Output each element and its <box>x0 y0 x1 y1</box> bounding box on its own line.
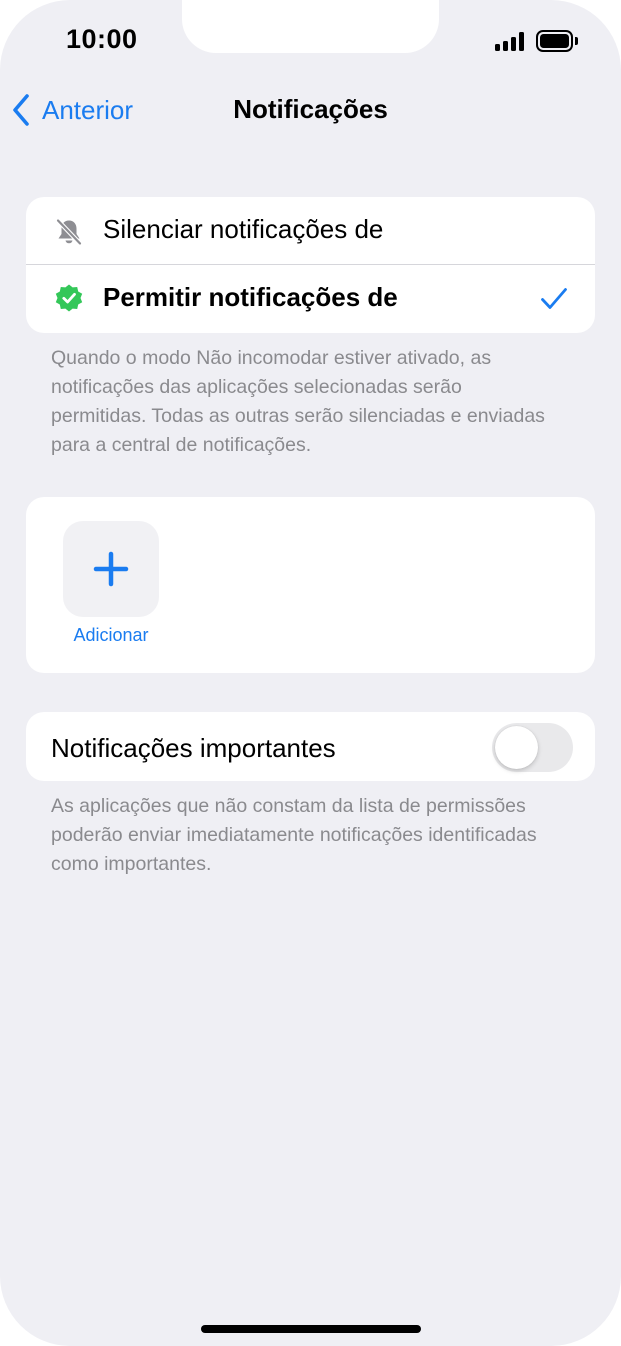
allowed-apps-card: Adicionar <box>26 497 595 673</box>
phone-screen: 10:00 Anterior Notificações Silenciar no… <box>0 0 621 1346</box>
important-notifications-toggle[interactable] <box>492 723 573 772</box>
battery-cap <box>575 37 578 45</box>
add-app-button[interactable] <box>63 521 159 617</box>
important-notifications-footnote: As aplicações que não constam da lista d… <box>51 795 537 875</box>
camera-notch <box>182 0 439 53</box>
add-app-label[interactable]: Adicionar <box>46 625 176 646</box>
home-indicator[interactable] <box>201 1325 421 1333</box>
verified-badge-icon <box>55 284 83 312</box>
allow-notifications-option[interactable]: Permitir notificações de <box>26 265 595 333</box>
plus-icon <box>93 551 129 587</box>
notification-mode-card: Silenciar notificações de Permitir notif… <box>26 197 595 333</box>
silence-notifications-option[interactable]: Silenciar notificações de <box>26 197 595 264</box>
silence-notifications-label: Silenciar notificações de <box>103 214 384 244</box>
bell-slash-icon <box>55 218 83 246</box>
notification-mode-footnote: Quando o modo Não incomodar estiver ativ… <box>51 347 545 456</box>
toggle-knob <box>495 726 538 769</box>
status-time: 10:00 <box>66 24 138 54</box>
checkmark-icon <box>541 288 567 309</box>
cellular-signal-icon <box>495 32 527 51</box>
allow-notifications-label: Permitir notificações de <box>103 282 398 312</box>
page-title: Notificações <box>233 94 388 124</box>
important-notifications-card: Notificações importantes <box>26 712 595 781</box>
battery-icon <box>536 30 573 52</box>
important-notifications-label: Notificações importantes <box>51 733 336 763</box>
